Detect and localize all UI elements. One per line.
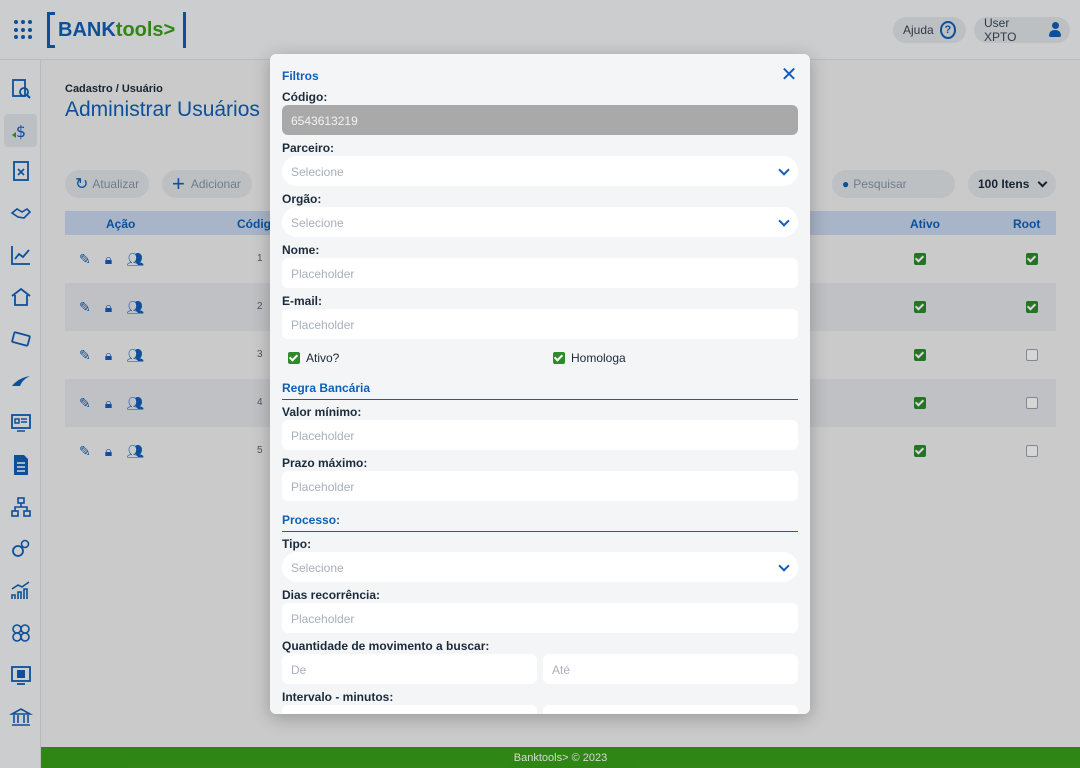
dias-recorrencia-field[interactable]: Placeholder	[282, 603, 798, 633]
intervalo-de-field[interactable]	[282, 705, 537, 714]
tipo-label: Tipo:	[282, 537, 312, 551]
homologa-checkbox-label: Homologa	[571, 351, 626, 365]
nome-field[interactable]: Placeholder	[282, 258, 798, 288]
checkbox-checked-icon	[288, 352, 300, 364]
chevron-down-icon	[778, 560, 790, 572]
intervalo-label: Intervalo - minutos:	[282, 690, 394, 704]
orgao-label: Orgão:	[282, 192, 322, 206]
chevron-down-icon	[778, 215, 790, 227]
quantidade-label: Quantidade de movimento a buscar:	[282, 639, 490, 653]
tipo-select[interactable]: Selecione	[282, 552, 798, 582]
checkbox-checked-icon	[553, 352, 565, 364]
tipo-select-value: Selecione	[291, 561, 344, 575]
valor-minimo-label: Valor mínimo:	[282, 405, 362, 419]
valor-minimo-field[interactable]: Placeholder	[282, 420, 798, 450]
homologa-checkbox[interactable]: Homologa	[553, 351, 626, 365]
prazo-maximo-label: Prazo máximo:	[282, 456, 368, 470]
prazo-maximo-field[interactable]: Placeholder	[282, 471, 798, 501]
ativo-checkbox[interactable]: Ativo?	[288, 351, 339, 365]
email-field[interactable]: Placeholder	[282, 309, 798, 339]
intervalo-ate-field[interactable]	[543, 705, 798, 714]
section-regra-bancaria: Regra Bancária	[282, 381, 798, 400]
nome-label: Nome:	[282, 243, 320, 257]
quantidade-ate-field[interactable]: Até	[543, 654, 798, 684]
dias-recorrencia-label: Dias recorrência:	[282, 588, 381, 602]
modal-title: Filtros	[282, 69, 319, 83]
codigo-label: Código:	[282, 90, 328, 104]
section-processo: Processo:	[282, 513, 798, 532]
orgao-select[interactable]: Selecione	[282, 207, 798, 237]
codigo-field: 6543613219	[282, 105, 798, 135]
ativo-checkbox-label: Ativo?	[306, 351, 340, 365]
chevron-down-icon	[778, 164, 790, 176]
quantidade-de-field[interactable]: De	[282, 654, 537, 684]
orgao-select-value: Selecione	[291, 216, 344, 230]
parceiro-label: Parceiro:	[282, 141, 335, 155]
parceiro-select-value: Selecione	[291, 165, 344, 179]
close-icon[interactable]: ✕	[780, 65, 798, 85]
parceiro-select[interactable]: Selecione	[282, 156, 798, 186]
filters-modal: Filtros ✕ Código: 6543613219 Parceiro: S…	[270, 54, 810, 714]
email-label: E-mail:	[282, 294, 323, 308]
